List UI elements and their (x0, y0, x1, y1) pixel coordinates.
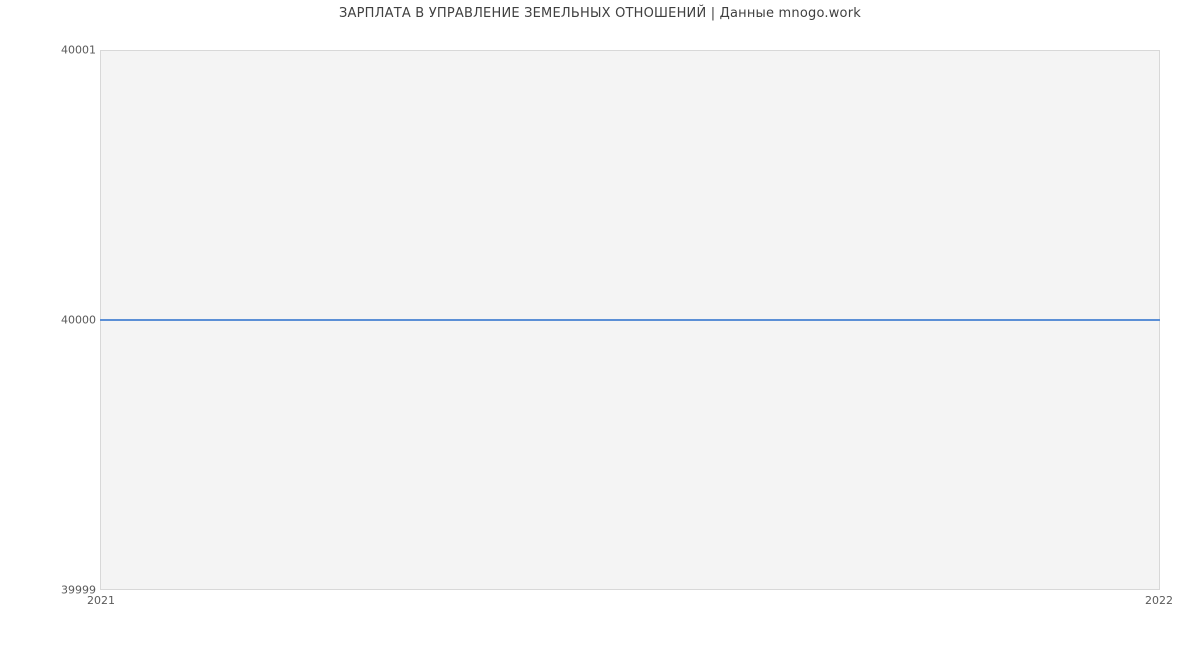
x-tick-left: 2021 (87, 594, 115, 607)
line-series (100, 319, 1160, 321)
x-tick-right: 2022 (1145, 594, 1173, 607)
y-tick-top: 40001 (6, 44, 96, 57)
chart-container: ЗАРПЛАТА В УПРАВЛЕНИЕ ЗЕМЕЛЬНЫХ ОТНОШЕНИ… (0, 0, 1200, 650)
y-tick-bottom: 39999 (6, 584, 96, 597)
chart-title: ЗАРПЛАТА В УПРАВЛЕНИЕ ЗЕМЕЛЬНЫХ ОТНОШЕНИ… (0, 6, 1200, 21)
y-tick-mid: 40000 (6, 314, 96, 327)
